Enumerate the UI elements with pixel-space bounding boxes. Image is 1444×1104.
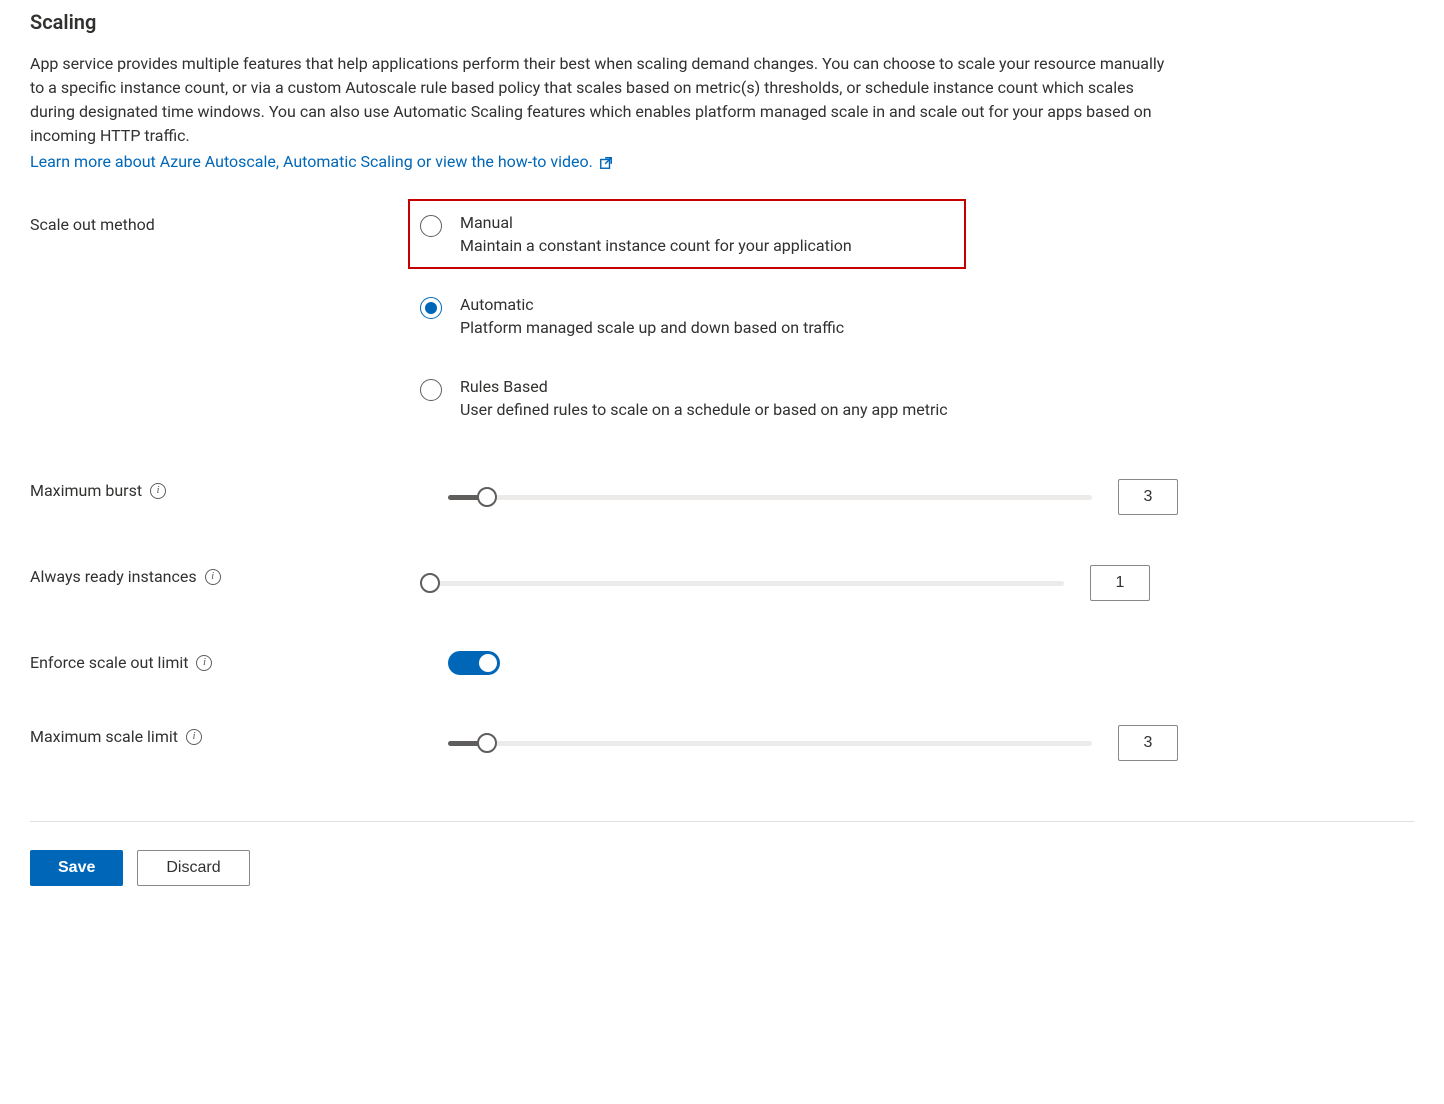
radio-circle-automatic[interactable] bbox=[420, 297, 442, 319]
save-button[interactable]: Save bbox=[30, 850, 123, 886]
scale-out-method-radiogroup: Manual Maintain a constant instance coun… bbox=[420, 213, 948, 419]
info-icon[interactable]: i bbox=[205, 569, 221, 585]
info-icon[interactable]: i bbox=[150, 483, 166, 499]
learn-more-text: Learn more about Azure Autoscale, Automa… bbox=[30, 152, 593, 171]
enforce-limit-label: Enforce scale out limit bbox=[30, 653, 188, 672]
discard-button[interactable]: Discard bbox=[137, 850, 249, 886]
info-icon[interactable]: i bbox=[186, 729, 202, 745]
maximum-burst-slider[interactable] bbox=[448, 485, 1092, 509]
scale-out-method-label: Scale out method bbox=[30, 213, 420, 234]
max-scale-limit-label: Maximum scale limit bbox=[30, 727, 178, 746]
slider-thumb[interactable] bbox=[477, 487, 497, 507]
radio-title-manual: Manual bbox=[460, 213, 852, 232]
scaling-description: App service provides multiple features t… bbox=[30, 52, 1170, 148]
radio-option-rules-based[interactable]: Rules Based User defined rules to scale … bbox=[420, 377, 948, 419]
slider-track bbox=[420, 581, 1064, 586]
always-ready-label: Always ready instances bbox=[30, 567, 197, 586]
footer-actions: Save Discard bbox=[30, 821, 1414, 906]
radio-title-rules-based: Rules Based bbox=[460, 377, 948, 396]
radio-circle-rules-based[interactable] bbox=[420, 379, 442, 401]
maximum-burst-label: Maximum burst bbox=[30, 481, 142, 500]
slider-thumb[interactable] bbox=[477, 733, 497, 753]
radio-subtitle-automatic: Platform managed scale up and down based… bbox=[460, 318, 844, 337]
slider-track bbox=[448, 495, 1092, 500]
max-scale-limit-slider[interactable] bbox=[448, 731, 1092, 755]
max-scale-limit-input[interactable] bbox=[1118, 725, 1178, 761]
slider-thumb[interactable] bbox=[420, 573, 440, 593]
radio-circle-manual[interactable] bbox=[420, 215, 442, 237]
maximum-burst-input[interactable] bbox=[1118, 479, 1178, 515]
slider-track bbox=[448, 741, 1092, 746]
radio-option-automatic[interactable]: Automatic Platform managed scale up and … bbox=[420, 295, 948, 337]
radio-subtitle-rules-based: User defined rules to scale on a schedul… bbox=[460, 400, 948, 419]
external-link-icon bbox=[599, 155, 613, 169]
page-title: Scaling bbox=[30, 10, 1414, 34]
enforce-limit-toggle[interactable] bbox=[448, 651, 500, 675]
radio-option-manual[interactable]: Manual Maintain a constant instance coun… bbox=[420, 213, 948, 255]
radio-subtitle-manual: Maintain a constant instance count for y… bbox=[460, 236, 852, 255]
always-ready-slider[interactable] bbox=[420, 571, 1064, 595]
info-icon[interactable]: i bbox=[196, 655, 212, 671]
manual-option-highlight: Manual Maintain a constant instance coun… bbox=[408, 199, 966, 269]
learn-more-link[interactable]: Learn more about Azure Autoscale, Automa… bbox=[30, 152, 613, 171]
toggle-knob bbox=[479, 654, 497, 672]
always-ready-input[interactable] bbox=[1090, 565, 1150, 601]
radio-title-automatic: Automatic bbox=[460, 295, 844, 314]
